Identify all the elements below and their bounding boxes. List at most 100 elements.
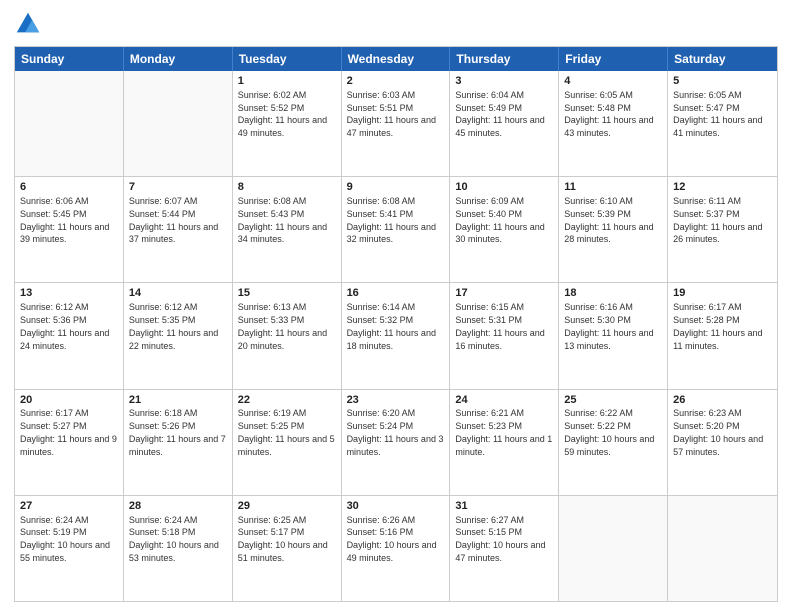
day-number: 1	[238, 74, 336, 89]
calendar-header-cell: Tuesday	[233, 47, 342, 71]
calendar-cell	[668, 496, 777, 601]
day-number: 29	[238, 499, 336, 514]
day-number: 25	[564, 393, 662, 408]
day-number: 9	[347, 180, 445, 195]
calendar-container: SundayMondayTuesdayWednesdayThursdayFrid…	[0, 0, 792, 612]
day-info: Sunrise: 6:05 AM Sunset: 5:47 PM Dayligh…	[673, 90, 762, 138]
calendar-cell	[15, 71, 124, 176]
day-info: Sunrise: 6:24 AM Sunset: 5:18 PM Dayligh…	[129, 515, 219, 563]
day-info: Sunrise: 6:24 AM Sunset: 5:19 PM Dayligh…	[20, 515, 110, 563]
day-info: Sunrise: 6:17 AM Sunset: 5:28 PM Dayligh…	[673, 302, 762, 350]
calendar-cell: 4Sunrise: 6:05 AM Sunset: 5:48 PM Daylig…	[559, 71, 668, 176]
calendar-cell: 10Sunrise: 6:09 AM Sunset: 5:40 PM Dayli…	[450, 177, 559, 282]
day-info: Sunrise: 6:26 AM Sunset: 5:16 PM Dayligh…	[347, 515, 437, 563]
day-number: 22	[238, 393, 336, 408]
calendar-cell: 8Sunrise: 6:08 AM Sunset: 5:43 PM Daylig…	[233, 177, 342, 282]
day-number: 7	[129, 180, 227, 195]
calendar-cell: 26Sunrise: 6:23 AM Sunset: 5:20 PM Dayli…	[668, 390, 777, 495]
day-number: 16	[347, 286, 445, 301]
day-number: 17	[455, 286, 553, 301]
calendar-header-cell: Friday	[559, 47, 668, 71]
day-info: Sunrise: 6:16 AM Sunset: 5:30 PM Dayligh…	[564, 302, 653, 350]
day-info: Sunrise: 6:22 AM Sunset: 5:22 PM Dayligh…	[564, 408, 654, 456]
day-info: Sunrise: 6:20 AM Sunset: 5:24 PM Dayligh…	[347, 408, 444, 456]
day-info: Sunrise: 6:14 AM Sunset: 5:32 PM Dayligh…	[347, 302, 436, 350]
day-number: 27	[20, 499, 118, 514]
calendar-cell: 3Sunrise: 6:04 AM Sunset: 5:49 PM Daylig…	[450, 71, 559, 176]
day-info: Sunrise: 6:25 AM Sunset: 5:17 PM Dayligh…	[238, 515, 328, 563]
day-number: 4	[564, 74, 662, 89]
calendar-cell: 23Sunrise: 6:20 AM Sunset: 5:24 PM Dayli…	[342, 390, 451, 495]
calendar-cell: 14Sunrise: 6:12 AM Sunset: 5:35 PM Dayli…	[124, 283, 233, 388]
calendar-header-cell: Monday	[124, 47, 233, 71]
day-number: 24	[455, 393, 553, 408]
day-number: 12	[673, 180, 772, 195]
calendar-week-row: 13Sunrise: 6:12 AM Sunset: 5:36 PM Dayli…	[15, 283, 777, 389]
calendar-cell: 7Sunrise: 6:07 AM Sunset: 5:44 PM Daylig…	[124, 177, 233, 282]
calendar-cell: 29Sunrise: 6:25 AM Sunset: 5:17 PM Dayli…	[233, 496, 342, 601]
day-info: Sunrise: 6:05 AM Sunset: 5:48 PM Dayligh…	[564, 90, 653, 138]
day-number: 3	[455, 74, 553, 89]
calendar-cell: 20Sunrise: 6:17 AM Sunset: 5:27 PM Dayli…	[15, 390, 124, 495]
day-info: Sunrise: 6:07 AM Sunset: 5:44 PM Dayligh…	[129, 196, 218, 244]
calendar-cell: 12Sunrise: 6:11 AM Sunset: 5:37 PM Dayli…	[668, 177, 777, 282]
day-number: 20	[20, 393, 118, 408]
calendar-cell: 27Sunrise: 6:24 AM Sunset: 5:19 PM Dayli…	[15, 496, 124, 601]
calendar-cell	[559, 496, 668, 601]
calendar-week-row: 20Sunrise: 6:17 AM Sunset: 5:27 PM Dayli…	[15, 390, 777, 496]
day-number: 19	[673, 286, 772, 301]
day-info: Sunrise: 6:15 AM Sunset: 5:31 PM Dayligh…	[455, 302, 544, 350]
logo	[14, 10, 46, 38]
calendar-cell: 9Sunrise: 6:08 AM Sunset: 5:41 PM Daylig…	[342, 177, 451, 282]
calendar-cell: 13Sunrise: 6:12 AM Sunset: 5:36 PM Dayli…	[15, 283, 124, 388]
logo-icon	[14, 10, 42, 38]
calendar-cell: 31Sunrise: 6:27 AM Sunset: 5:15 PM Dayli…	[450, 496, 559, 601]
day-number: 5	[673, 74, 772, 89]
day-info: Sunrise: 6:06 AM Sunset: 5:45 PM Dayligh…	[20, 196, 109, 244]
day-number: 30	[347, 499, 445, 514]
calendar-cell	[124, 71, 233, 176]
calendar-cell: 18Sunrise: 6:16 AM Sunset: 5:30 PM Dayli…	[559, 283, 668, 388]
calendar-body: 1Sunrise: 6:02 AM Sunset: 5:52 PM Daylig…	[15, 71, 777, 601]
day-number: 10	[455, 180, 553, 195]
day-info: Sunrise: 6:08 AM Sunset: 5:41 PM Dayligh…	[347, 196, 436, 244]
day-info: Sunrise: 6:12 AM Sunset: 5:35 PM Dayligh…	[129, 302, 218, 350]
day-number: 6	[20, 180, 118, 195]
day-number: 2	[347, 74, 445, 89]
day-info: Sunrise: 6:21 AM Sunset: 5:23 PM Dayligh…	[455, 408, 552, 456]
calendar-cell: 15Sunrise: 6:13 AM Sunset: 5:33 PM Dayli…	[233, 283, 342, 388]
day-number: 8	[238, 180, 336, 195]
day-info: Sunrise: 6:11 AM Sunset: 5:37 PM Dayligh…	[673, 196, 762, 244]
day-number: 18	[564, 286, 662, 301]
calendar: SundayMondayTuesdayWednesdayThursdayFrid…	[14, 46, 778, 602]
calendar-header-cell: Wednesday	[342, 47, 451, 71]
calendar-cell: 16Sunrise: 6:14 AM Sunset: 5:32 PM Dayli…	[342, 283, 451, 388]
calendar-header-cell: Saturday	[668, 47, 777, 71]
calendar-week-row: 1Sunrise: 6:02 AM Sunset: 5:52 PM Daylig…	[15, 71, 777, 177]
day-number: 28	[129, 499, 227, 514]
day-info: Sunrise: 6:03 AM Sunset: 5:51 PM Dayligh…	[347, 90, 436, 138]
day-info: Sunrise: 6:10 AM Sunset: 5:39 PM Dayligh…	[564, 196, 653, 244]
calendar-cell: 2Sunrise: 6:03 AM Sunset: 5:51 PM Daylig…	[342, 71, 451, 176]
calendar-cell: 19Sunrise: 6:17 AM Sunset: 5:28 PM Dayli…	[668, 283, 777, 388]
calendar-cell: 22Sunrise: 6:19 AM Sunset: 5:25 PM Dayli…	[233, 390, 342, 495]
day-number: 21	[129, 393, 227, 408]
calendar-header-cell: Sunday	[15, 47, 124, 71]
header	[14, 10, 778, 38]
day-number: 31	[455, 499, 553, 514]
day-number: 15	[238, 286, 336, 301]
day-info: Sunrise: 6:13 AM Sunset: 5:33 PM Dayligh…	[238, 302, 327, 350]
day-info: Sunrise: 6:08 AM Sunset: 5:43 PM Dayligh…	[238, 196, 327, 244]
day-number: 14	[129, 286, 227, 301]
calendar-cell: 25Sunrise: 6:22 AM Sunset: 5:22 PM Dayli…	[559, 390, 668, 495]
calendar-cell: 21Sunrise: 6:18 AM Sunset: 5:26 PM Dayli…	[124, 390, 233, 495]
calendar-cell: 6Sunrise: 6:06 AM Sunset: 5:45 PM Daylig…	[15, 177, 124, 282]
calendar-cell: 5Sunrise: 6:05 AM Sunset: 5:47 PM Daylig…	[668, 71, 777, 176]
day-info: Sunrise: 6:23 AM Sunset: 5:20 PM Dayligh…	[673, 408, 763, 456]
day-info: Sunrise: 6:04 AM Sunset: 5:49 PM Dayligh…	[455, 90, 544, 138]
day-info: Sunrise: 6:18 AM Sunset: 5:26 PM Dayligh…	[129, 408, 226, 456]
calendar-cell: 28Sunrise: 6:24 AM Sunset: 5:18 PM Dayli…	[124, 496, 233, 601]
day-info: Sunrise: 6:09 AM Sunset: 5:40 PM Dayligh…	[455, 196, 544, 244]
day-number: 11	[564, 180, 662, 195]
day-info: Sunrise: 6:02 AM Sunset: 5:52 PM Dayligh…	[238, 90, 327, 138]
